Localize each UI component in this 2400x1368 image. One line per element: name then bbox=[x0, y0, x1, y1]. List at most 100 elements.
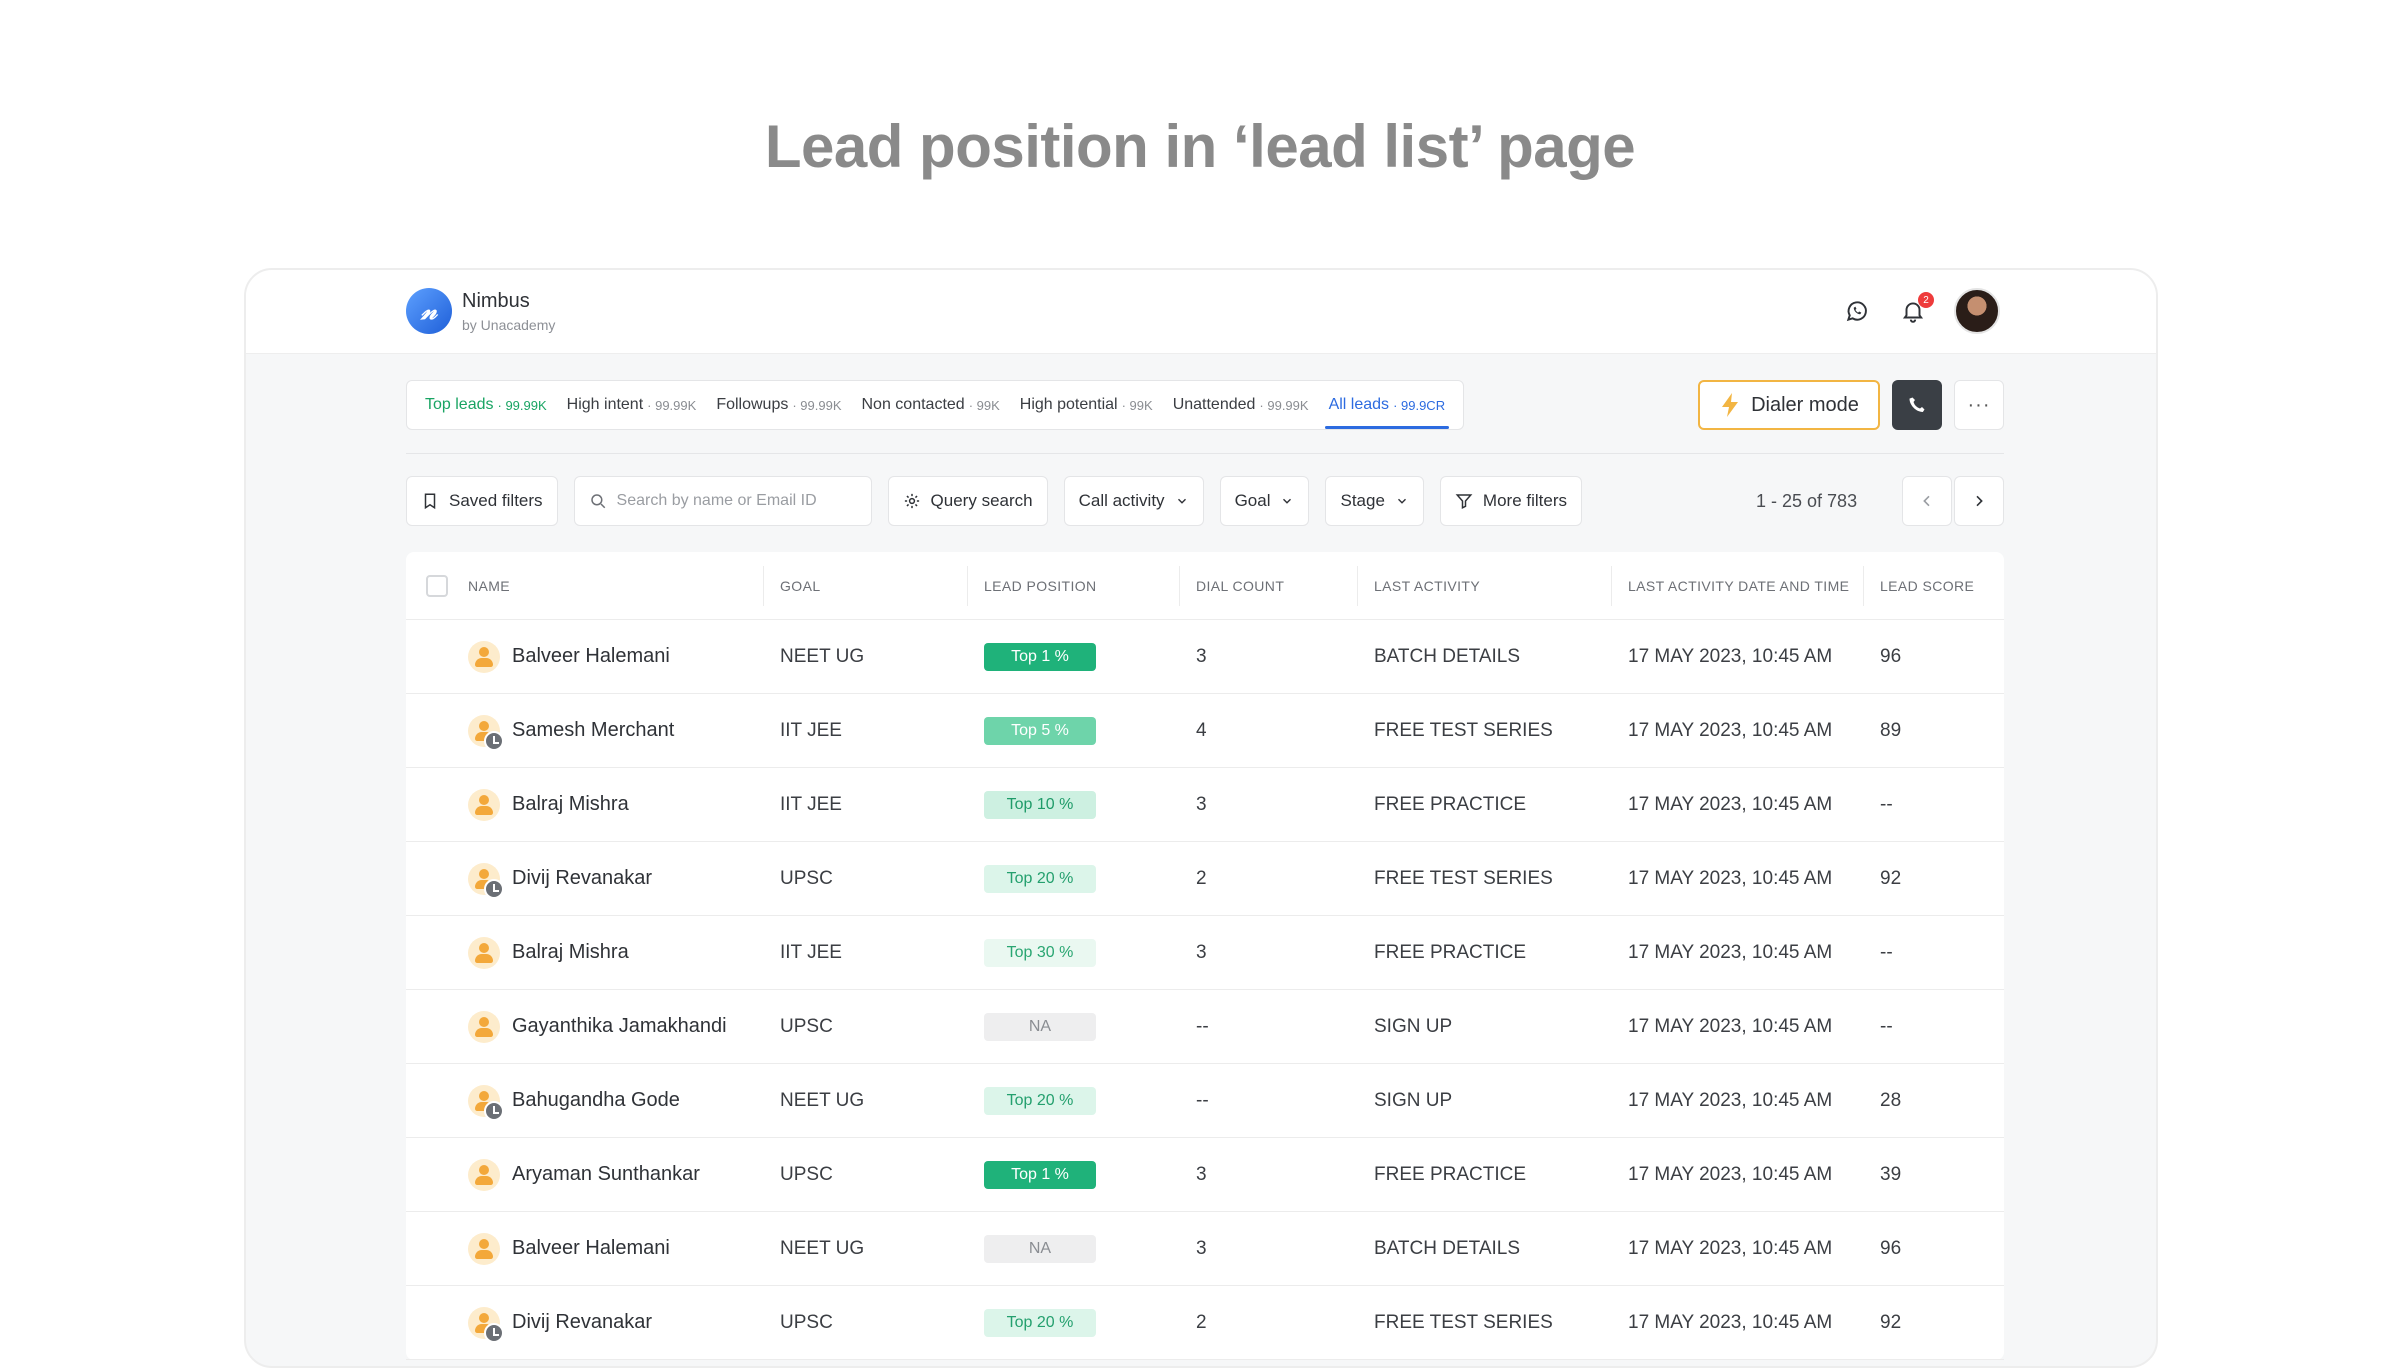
call-button[interactable] bbox=[1892, 380, 1942, 430]
tab-followups[interactable]: Followups · 99.99K bbox=[706, 381, 851, 429]
bookmark-icon bbox=[424, 493, 436, 510]
dial-count-cell: 3 bbox=[1196, 941, 1207, 963]
last-activity-cell: FREE TEST SERIES bbox=[1374, 1311, 1553, 1333]
lead-name[interactable]: Balveer Halemani bbox=[512, 645, 670, 668]
last-activity-datetime-cell: 17 MAY 2023, 10:45 AM bbox=[1628, 1089, 1833, 1111]
goal-dropdown[interactable]: Goal bbox=[1219, 476, 1310, 526]
table-row[interactable]: Aryaman Sunthankar UPSC Top 1 % 3 FREE PRACT… bbox=[406, 1138, 2004, 1212]
top-bar: 𝓃 Nimbus by Unacademy 2 bbox=[246, 270, 2156, 354]
last-activity-datetime-cell: 17 MAY 2023, 10:45 AM bbox=[1628, 867, 1833, 889]
select-all-checkbox[interactable] bbox=[426, 574, 448, 597]
lead-name[interactable]: Divij Revanakar bbox=[512, 1311, 652, 1334]
table-row[interactable]: Divij Revanakar UPSC Top 20 % 2 FREE TEST SE… bbox=[406, 842, 2004, 916]
lead-position-cell: Top 5 % bbox=[968, 694, 1180, 767]
nimbus-logo-icon[interactable]: 𝓃 bbox=[406, 288, 452, 334]
table-row[interactable]: Divij Revanakar UPSC Top 20 % 2 FREE TEST SE… bbox=[406, 1286, 2004, 1360]
column-header-lead-position[interactable]: LEAD POSITION bbox=[968, 565, 1180, 606]
goal-cell: UPSC bbox=[780, 1311, 833, 1333]
lead-name[interactable]: Balveer Halemani bbox=[512, 1237, 670, 1260]
lead-name[interactable]: Balraj Mishra bbox=[512, 793, 629, 816]
brand-subtitle: by Unacademy bbox=[462, 317, 556, 333]
last-activity-cell: FREE PRACTICE bbox=[1374, 1163, 1527, 1185]
column-header-dial-count[interactable]: DIAL COUNT bbox=[1180, 565, 1358, 606]
saved-filters-button[interactable]: Saved filters bbox=[406, 476, 558, 526]
last-activity-datetime-cell: 17 MAY 2023, 10:45 AM bbox=[1628, 645, 1833, 667]
dial-count-cell: 2 bbox=[1196, 1311, 1207, 1333]
table-row[interactable]: Samesh Merchant IIT JEE Top 5 % 4 FREE TEST … bbox=[406, 694, 2004, 768]
more-filters-button[interactable]: More filters bbox=[1439, 476, 1582, 526]
goal-cell: IIT JEE bbox=[780, 941, 842, 963]
lead-score-cell: 92 bbox=[1880, 867, 1902, 889]
table-row[interactable]: Balraj Mishra IIT JEE Top 10 % 3 FREE PRACTI… bbox=[406, 768, 2004, 842]
tab-high-intent[interactable]: High intent · 99.99K bbox=[557, 381, 707, 429]
user-avatar[interactable] bbox=[1954, 288, 2000, 334]
lead-position-badge: Top 30 % bbox=[984, 938, 1096, 967]
name-cell: Aryaman Sunthankar bbox=[406, 1138, 764, 1211]
lead-score-cell: -- bbox=[1880, 793, 1893, 815]
call-activity-label: Call activity bbox=[1078, 491, 1165, 510]
goal-cell: IIT JEE bbox=[780, 793, 842, 815]
last-activity-cell: FREE PRACTICE bbox=[1374, 793, 1527, 815]
previous-page-button[interactable] bbox=[1902, 476, 1952, 526]
column-header-name[interactable]: NAME bbox=[406, 565, 764, 606]
last-activity-datetime-cell: 17 MAY 2023, 10:45 AM bbox=[1628, 1237, 1833, 1259]
search-placeholder: Search by name or Email ID bbox=[616, 492, 817, 509]
lead-name[interactable]: Aryaman Sunthankar bbox=[512, 1163, 700, 1186]
table-row[interactable]: Bahugandha Gode NEET UG Top 20 % -- SIGN UP 1… bbox=[406, 1064, 2004, 1138]
lightning-icon bbox=[1722, 393, 1739, 417]
pagination-range: 1 - 25 of 783 bbox=[1756, 490, 1858, 511]
tab-high-potential[interactable]: High potential · 99K bbox=[1010, 381, 1163, 429]
goal-label: Goal bbox=[1234, 491, 1271, 510]
clock-icon bbox=[484, 730, 504, 751]
brand: Nimbus by Unacademy bbox=[462, 290, 555, 333]
table-header: NAME GOAL LEAD POSITION DIAL COUNT LAST ACTI… bbox=[406, 552, 2004, 620]
stage-dropdown[interactable]: Stage bbox=[1325, 476, 1424, 526]
table-row[interactable]: Gayanthika Jamakhandi UPSC NA -- SIGN UP 17 M… bbox=[406, 990, 2004, 1064]
lead-position-cell: Top 30 % bbox=[968, 916, 1180, 989]
tab-all-leads[interactable]: All leads · 99.9CR bbox=[1319, 381, 1456, 429]
tab-label: Non contacted bbox=[861, 396, 965, 413]
lead-position-cell: Top 20 % bbox=[968, 1286, 1180, 1359]
lead-name[interactable]: Divij Revanakar bbox=[512, 867, 652, 890]
table-row[interactable]: Balveer Halemani NEET UG Top 1 % 3 BATCH DET… bbox=[406, 620, 2004, 694]
last-activity-datetime-cell: 17 MAY 2023, 10:45 AM bbox=[1628, 719, 1833, 741]
name-cell: Divij Revanakar bbox=[406, 1286, 764, 1359]
table-row[interactable]: Balveer Halemani NEET UG NA 3 BATCH DETAILS 1… bbox=[406, 1212, 2004, 1286]
call-activity-dropdown[interactable]: Call activity bbox=[1063, 476, 1204, 526]
lead-position-badge: NA bbox=[984, 1234, 1096, 1263]
column-header-last-activity[interactable]: LAST ACTIVITY bbox=[1358, 565, 1612, 606]
more-options-button[interactable]: ··· bbox=[1954, 380, 2004, 430]
chevron-left-icon bbox=[1923, 495, 1930, 507]
table-row[interactable]: Balraj Mishra IIT JEE Top 30 % 3 FREE PRACTI… bbox=[406, 916, 2004, 990]
top-icons: 2 bbox=[1842, 288, 2000, 334]
tab-count: · 99.9CR bbox=[1393, 397, 1446, 413]
next-page-button[interactable] bbox=[1954, 476, 2004, 526]
dialer-mode-button[interactable]: Dialer mode bbox=[1698, 380, 1880, 430]
name-cell: Balveer Halemani bbox=[406, 1212, 764, 1285]
tab-label: All leads bbox=[1328, 396, 1390, 413]
lead-score-cell: 96 bbox=[1880, 1237, 1902, 1259]
search-input[interactable]: Search by name or Email ID bbox=[573, 476, 872, 526]
tab-unattended[interactable]: Unattended · 99.99K bbox=[1163, 381, 1319, 429]
notification-bell-icon[interactable]: 2 bbox=[1898, 292, 1934, 326]
column-header-last-activity-date-and-time[interactable]: LAST ACTIVITY DATE AND TIME bbox=[1612, 565, 1864, 606]
tab-non-contacted[interactable]: Non contacted · 99K bbox=[852, 381, 1010, 429]
lead-table: NAME GOAL LEAD POSITION DIAL COUNT LAST ACTI… bbox=[406, 552, 2004, 1360]
lead-name[interactable]: Bahugandha Gode bbox=[512, 1089, 680, 1112]
clock-icon bbox=[484, 1100, 504, 1121]
lead-position-cell: Top 1 % bbox=[968, 1138, 1180, 1211]
gear-icon bbox=[904, 493, 919, 509]
tab-label: Unattended bbox=[1172, 396, 1256, 413]
tab-top-leads[interactable]: Top leads · 99.99K bbox=[415, 381, 557, 429]
query-search-button[interactable]: Query search bbox=[887, 476, 1048, 526]
lead-name[interactable]: Gayanthika Jamakhandi bbox=[512, 1015, 727, 1038]
lead-name[interactable]: Balraj Mishra bbox=[512, 941, 629, 964]
column-header-lead-score[interactable]: LEAD SCORE bbox=[1864, 566, 2004, 606]
dial-count-cell: 3 bbox=[1196, 793, 1207, 815]
name-cell: Balraj Mishra bbox=[406, 768, 764, 841]
column-header-goal[interactable]: GOAL bbox=[764, 565, 968, 606]
lead-name[interactable]: Samesh Merchant bbox=[512, 719, 674, 742]
lead-position-badge: Top 20 % bbox=[984, 1086, 1096, 1115]
page-headline: Lead position in ‘lead list’ page bbox=[764, 113, 1636, 180]
whatsapp-icon[interactable] bbox=[1842, 296, 1872, 326]
